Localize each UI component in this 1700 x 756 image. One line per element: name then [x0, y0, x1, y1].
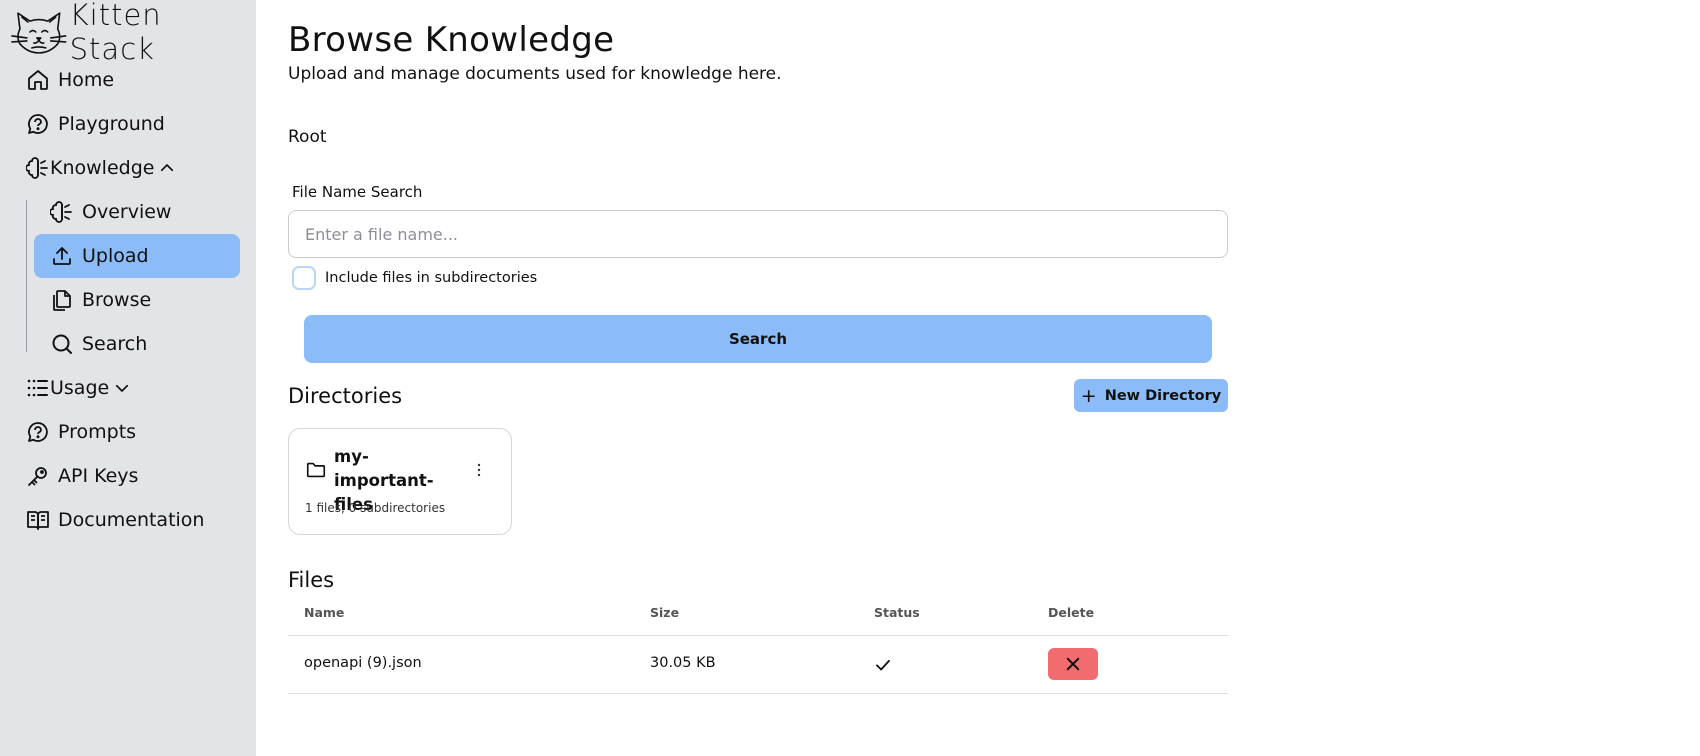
sidebar-item-home[interactable]: Home: [26, 58, 246, 102]
sidebar-item-label: API Keys: [58, 465, 139, 487]
chat-bubble-icon: [28, 114, 48, 134]
table-header-row: Name Size Status Delete: [288, 596, 1228, 636]
breadcrumb[interactable]: Root: [288, 127, 327, 147]
upload-icon: [53, 247, 71, 265]
directory-meta: 1 files, 0 subdirectories: [305, 501, 446, 515]
sidebar: Kitten Stack Home Playground Knowledge O…: [0, 0, 256, 756]
sidebar-item-label: Home: [58, 69, 115, 91]
table-row: openapi (9).json 30.05 KB: [288, 636, 1228, 694]
home-icon: [28, 70, 48, 90]
sidebar-item-documentation[interactable]: Documentation: [26, 498, 246, 542]
file-name-search-input[interactable]: [288, 210, 1228, 258]
files-table: Name Size Status Delete openapi (9).json…: [288, 596, 1228, 694]
key-icon: [28, 467, 47, 486]
search-label: File Name Search: [292, 183, 423, 201]
directory-card[interactable]: my-important-files 1 files, 0 subdirecto…: [288, 428, 512, 535]
sidebar-item-knowledge[interactable]: Knowledge: [26, 146, 246, 190]
sidebar-item-label: Browse: [82, 289, 152, 311]
sidebar-item-label: Search: [82, 333, 148, 355]
sidebar-item-label: Documentation: [58, 509, 205, 531]
folder-icon: [306, 462, 326, 478]
include-subdirectories-label: Include files in subdirectories: [325, 270, 538, 286]
book-icon: [27, 511, 49, 530]
brain-icon: [26, 157, 48, 179]
plus-icon: +: [1080, 384, 1097, 407]
search-icon: [52, 334, 72, 354]
directories-heading: Directories: [288, 384, 403, 408]
check-icon: [876, 659, 890, 671]
cat-logo-icon: [11, 12, 67, 54]
sidebar-item-search[interactable]: Search: [34, 322, 240, 366]
page-subtitle: Upload and manage documents used for kno…: [288, 64, 782, 84]
more-options-icon[interactable]: [472, 462, 486, 478]
sidebar-item-label: Knowledge: [50, 157, 155, 179]
sidebar-item-prompts[interactable]: Prompts: [26, 410, 246, 454]
sidebar-item-label: Overview: [82, 201, 172, 223]
brain-icon: [50, 201, 72, 223]
new-directory-button[interactable]: + New Directory: [1074, 379, 1228, 412]
chevron-down-icon: [116, 384, 129, 392]
close-icon: [1066, 657, 1080, 671]
sidebar-item-playground[interactable]: Playground: [26, 102, 246, 146]
brand-name: Kitten Stack: [69, 0, 162, 66]
list-icon: [27, 379, 48, 397]
sidebar-item-label: Upload: [82, 245, 149, 267]
include-subdirectories-checkbox[interactable]: [292, 266, 316, 290]
file-size: 30.05 KB: [650, 655, 716, 671]
new-directory-label: New Directory: [1104, 387, 1222, 404]
sidebar-item-api-keys[interactable]: API Keys: [26, 454, 246, 498]
column-header-name: Name: [304, 605, 345, 620]
chevron-up-icon: [161, 164, 174, 172]
submenu-divider: [26, 200, 27, 352]
search-button[interactable]: Search: [304, 315, 1212, 363]
sidebar-item-label: Usage: [50, 377, 110, 399]
sidebar-item-upload[interactable]: Upload: [34, 234, 240, 278]
column-header-delete: Delete: [1048, 605, 1095, 620]
sidebar-item-usage[interactable]: Usage: [26, 366, 246, 410]
page-title: Browse Knowledge: [288, 20, 615, 60]
sidebar-item-label: Prompts: [58, 421, 137, 443]
sidebar-item-browse[interactable]: Browse: [34, 278, 240, 322]
file-name[interactable]: openapi (9).json: [304, 655, 422, 671]
delete-file-button[interactable]: [1048, 648, 1098, 680]
chat-bubble-icon: [28, 422, 48, 442]
files-icon: [53, 290, 71, 311]
files-heading: Files: [288, 568, 335, 592]
include-subdirectories-row[interactable]: Include files in subdirectories: [292, 266, 537, 290]
brand[interactable]: Kitten Stack: [10, 0, 256, 66]
column-header-size: Size: [650, 605, 680, 620]
sidebar-item-label: Playground: [58, 113, 165, 135]
sidebar-item-overview[interactable]: Overview: [34, 190, 240, 234]
column-header-status: Status: [874, 605, 920, 620]
